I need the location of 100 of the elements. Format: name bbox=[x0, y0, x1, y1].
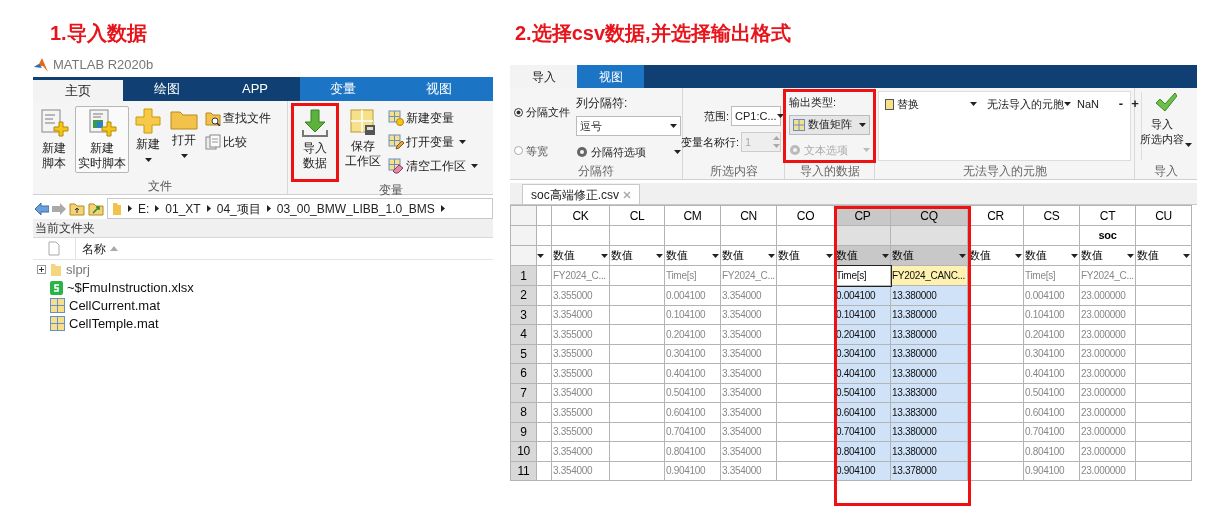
ribbon-tab[interactable]: 主页 bbox=[33, 77, 123, 101]
range-dropdown[interactable]: CP1:C... bbox=[731, 106, 781, 126]
path-segment[interactable]: 01_XT bbox=[165, 199, 201, 218]
table-cell: 0.704100 bbox=[666, 426, 706, 438]
table-cell: 13.380000 bbox=[892, 426, 937, 438]
toolstrip-button[interactable]: 导入 数据 bbox=[298, 106, 332, 173]
ribbon-tab[interactable]: 变量 bbox=[300, 77, 385, 101]
ribbon-tab[interactable]: 视图 bbox=[577, 65, 644, 88]
toolstrip-button[interactable]: 新建变量 bbox=[387, 108, 479, 128]
toolstrip-button[interactable]: 清空工作区 bbox=[387, 156, 479, 176]
ribbon-tab[interactable]: 绘图 bbox=[123, 77, 210, 101]
type-dropdown[interactable]: 数值 bbox=[611, 247, 663, 264]
close-icon bbox=[623, 190, 631, 199]
table-cell: 0.804100 bbox=[1025, 445, 1065, 457]
column-header[interactable]: CT bbox=[1079, 205, 1136, 226]
file-item[interactable]: slprj bbox=[66, 259, 90, 280]
ribbon-tab[interactable]: APP bbox=[210, 77, 300, 101]
document-tab[interactable]: soc高端修正.csv bbox=[522, 184, 640, 204]
caret-icon bbox=[1185, 143, 1192, 147]
table-cell: 0.304100 bbox=[1025, 348, 1065, 360]
type-dropdown[interactable]: 数值 bbox=[666, 247, 719, 264]
group-label: 无法导入的元胞 bbox=[961, 163, 1048, 179]
type-dropdown[interactable]: 数值 bbox=[722, 247, 775, 264]
table-cell: 13.380000 bbox=[892, 445, 937, 457]
file-item[interactable]: CellTemple.mat bbox=[69, 313, 159, 334]
type-dropdown[interactable]: 数值 bbox=[778, 247, 833, 264]
caret-icon bbox=[959, 253, 966, 258]
expand-icon[interactable] bbox=[37, 265, 46, 274]
spreadsheet-file-icon bbox=[50, 280, 63, 295]
path-segment[interactable]: 04_项目 bbox=[216, 199, 261, 218]
output-type-dropdown[interactable]: 数值矩阵 bbox=[789, 114, 870, 135]
path-segment[interactable]: 03_00_BMW_LIBB_1.0_BMS bbox=[276, 199, 435, 218]
column-header[interactable]: CU bbox=[1135, 205, 1192, 226]
column-header[interactable]: CN bbox=[720, 205, 777, 226]
row-number: 10 bbox=[517, 444, 530, 459]
column-header[interactable]: CS bbox=[1023, 205, 1080, 226]
table-cell: 3.354000 bbox=[722, 367, 762, 379]
remove-button[interactable]: - bbox=[1115, 94, 1127, 114]
table-cell: 3.354000 bbox=[722, 387, 762, 399]
table-cell: 13.380000 bbox=[892, 289, 937, 301]
field-label: 输出类型: bbox=[789, 95, 838, 110]
group-label: 导入的数据 bbox=[798, 163, 861, 179]
caret-icon bbox=[882, 253, 889, 258]
table-cell: 0.904100 bbox=[666, 465, 706, 477]
radio-button[interactable]: 等宽 bbox=[514, 142, 570, 159]
checkmark-icon bbox=[1155, 92, 1177, 112]
toolstrip-button[interactable]: 打开变量 bbox=[387, 132, 479, 152]
type-dropdown[interactable]: 数值 bbox=[892, 247, 966, 264]
toolstrip-button[interactable]: 新建 脚本 bbox=[36, 106, 72, 173]
table-cell: 0.204100 bbox=[1025, 328, 1065, 340]
table-cell: 13.380000 bbox=[892, 328, 937, 340]
chevron-right-icon bbox=[266, 205, 271, 212]
column-header[interactable]: CO bbox=[776, 205, 835, 226]
table-cell: 3.355000 bbox=[553, 348, 593, 360]
logo-icon bbox=[33, 57, 49, 73]
file-item[interactable]: CellCurrent.mat bbox=[69, 295, 161, 316]
table-cell: 23.000000 bbox=[1081, 309, 1126, 321]
caret-icon bbox=[670, 124, 677, 128]
toolstrip-button[interactable]: 打开 bbox=[167, 106, 201, 160]
type-dropdown[interactable]: 数值 bbox=[836, 247, 889, 264]
grid-eraser-icon bbox=[388, 158, 404, 174]
gear-icon bbox=[576, 146, 588, 159]
type-dropdown[interactable]: 数值 bbox=[1025, 247, 1078, 264]
column-header[interactable]: CM bbox=[664, 205, 721, 226]
toolstrip-button[interactable]: 保存 工作区 bbox=[342, 106, 384, 171]
ribbon-tab[interactable]: 视图 bbox=[385, 77, 493, 101]
column-header[interactable]: CK bbox=[551, 205, 610, 226]
forward-icon bbox=[52, 202, 66, 215]
type-dropdown[interactable]: 数值 bbox=[1081, 247, 1134, 264]
add-button[interactable]: + bbox=[1129, 94, 1141, 114]
column-header[interactable]: CL bbox=[609, 205, 665, 226]
path-field[interactable]: E: 01_XT 04_项目 03_00_BMW_LIBB_1.0_BMS bbox=[107, 198, 493, 219]
delimiter-dropdown[interactable]: 逗号 bbox=[576, 116, 681, 136]
radio-button[interactable]: 分隔文件 bbox=[514, 104, 570, 121]
type-dropdown[interactable]: 数值 bbox=[1137, 247, 1190, 264]
table-cell: 0.604100 bbox=[666, 406, 706, 418]
row-number: 1 bbox=[520, 268, 527, 283]
folder-up-icon bbox=[69, 201, 85, 216]
table-cell: 0.104100 bbox=[836, 309, 876, 321]
path-segment[interactable]: E: bbox=[138, 199, 150, 218]
file-item[interactable]: ~$FmuInstruction.xlsx bbox=[67, 277, 194, 298]
table-cell: FY2024_C... bbox=[1081, 270, 1134, 281]
toolstrip-button[interactable]: 新建 bbox=[132, 106, 164, 164]
document-icon bbox=[48, 241, 60, 256]
column-header[interactable]: CR bbox=[967, 205, 1024, 226]
toolstrip-button[interactable]: 新建 实时脚本 bbox=[75, 106, 129, 173]
toolstrip-button[interactable]: 比较 bbox=[204, 132, 272, 152]
caret-icon bbox=[863, 147, 870, 152]
toolstrip-button[interactable]: 查找文件 bbox=[204, 108, 272, 128]
options-button[interactable]: 分隔符选项 bbox=[576, 144, 681, 161]
table-cell: 3.355000 bbox=[553, 289, 593, 301]
import-button[interactable]: 导入 所选内容 bbox=[1140, 92, 1192, 163]
stepper-icon bbox=[773, 135, 780, 149]
table-cell: 23.000000 bbox=[1081, 328, 1126, 340]
live-script-plus-icon bbox=[87, 108, 117, 138]
table-cell: 3.354000 bbox=[722, 445, 762, 457]
column-header[interactable]: 名称 bbox=[82, 239, 106, 258]
type-dropdown[interactable]: 数值 bbox=[553, 247, 608, 264]
square-icon bbox=[885, 98, 894, 110]
ribbon-tab[interactable]: 导入 bbox=[510, 65, 577, 88]
